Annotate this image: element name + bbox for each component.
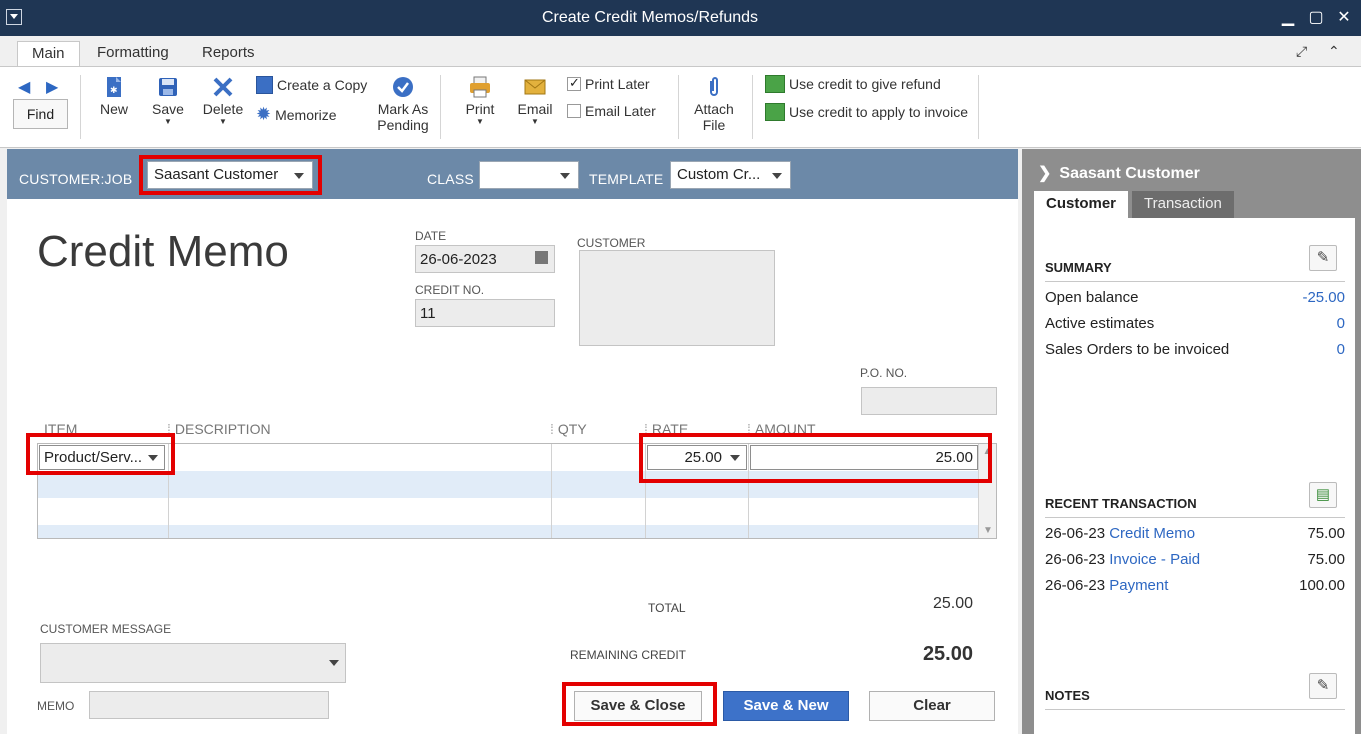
template-label: TEMPLATE: [589, 171, 664, 187]
list-item: 26-06-23 Credit Memo 75.00: [1045, 525, 1345, 542]
total-value: 25.00: [932, 595, 973, 612]
memo-field[interactable]: [89, 691, 329, 719]
pending-check-icon: [393, 77, 413, 97]
chevron-down-icon: [560, 173, 570, 179]
chevron-right-icon[interactable]: ❯: [1038, 165, 1051, 182]
delete-button[interactable]: Delete ▼: [201, 75, 245, 126]
total-label: TOTAL: [648, 601, 686, 615]
tab-formatting[interactable]: Formatting: [83, 41, 183, 67]
use-credit-refund-button[interactable]: Use credit to give refund: [765, 75, 941, 93]
remaining-credit-label: REMAINING CREDIT: [570, 648, 687, 662]
edit-pencil-icon[interactable]: ✎: [1309, 245, 1337, 271]
customer-message-label: CUSTOMER MESSAGE: [40, 622, 172, 636]
report-icon[interactable]: ▤: [1309, 482, 1337, 508]
customer-message-dropdown[interactable]: [40, 643, 346, 683]
side-panel-body: SUMMARY ✎ Open balance -25.00 Active esti…: [1034, 218, 1355, 734]
po-no-label: P.O. NO.: [860, 366, 908, 380]
new-button[interactable]: ✱ New: [96, 75, 132, 117]
apply-invoice-icon: [765, 103, 785, 121]
table-row[interactable]: [38, 525, 978, 538]
template-dropdown[interactable]: Custom Cr...: [670, 161, 791, 189]
checkbox-icon[interactable]: [567, 104, 581, 118]
summary-title: SUMMARY: [1045, 260, 1112, 275]
credit-no-field[interactable]: 11: [415, 299, 555, 327]
find-button[interactable]: Find: [13, 99, 68, 129]
class-label: CLASS: [427, 171, 474, 187]
prev-arrow-icon[interactable]: ◀: [18, 77, 30, 97]
collapse-ribbon-icon[interactable]: ⌃: [1328, 43, 1340, 60]
date-label: DATE: [415, 229, 447, 243]
list-item: 26-06-23 Invoice - Paid 75.00: [1045, 551, 1345, 568]
close-icon[interactable]: ✕: [1334, 8, 1354, 28]
recent-transaction-title: RECENT TRANSACTION: [1045, 496, 1197, 511]
save-button[interactable]: Save ▼: [150, 75, 186, 126]
column-qty: ⁞ QTY: [550, 421, 587, 437]
page-title: Credit Memo: [37, 227, 289, 276]
copy-icon: [256, 76, 273, 94]
mark-as-pending-button[interactable]: Mark As Pending: [372, 75, 434, 133]
class-dropdown[interactable]: [479, 161, 579, 189]
save-icon: [159, 78, 177, 96]
print-icon: [470, 76, 490, 98]
clear-button[interactable]: Clear: [869, 691, 995, 721]
ribbon: ◀ ▶ Find ✱ New Save ▼ Delete ▼ Create a …: [0, 66, 1361, 148]
summary-sales-orders: Sales Orders to be invoiced 0: [1045, 341, 1345, 358]
checkbox-checked-icon[interactable]: [567, 75, 581, 91]
window-title: Create Credit Memos/Refunds: [541, 9, 759, 26]
memo-label: MEMO: [37, 699, 75, 713]
email-icon: [524, 79, 546, 95]
refund-icon: [765, 75, 785, 93]
minimize-icon[interactable]: ▁: [1278, 8, 1298, 28]
email-button[interactable]: Email ▼: [515, 75, 555, 126]
tab-transaction[interactable]: Transaction: [1132, 191, 1234, 219]
tab-main[interactable]: Main: [17, 41, 80, 67]
remaining-credit-value: 25.00: [922, 643, 973, 665]
customer-address-field[interactable]: [579, 250, 775, 346]
svg-text:✱: ✱: [110, 85, 118, 95]
po-no-field[interactable]: [861, 387, 997, 415]
email-later-checkbox[interactable]: Email Later: [567, 103, 656, 119]
customer-address-label: CUSTOMER: [577, 236, 646, 250]
form-pane: CUSTOMER:JOB Saasant Customer CLASS TEMP…: [7, 149, 1018, 734]
column-description: ⁞ DESCRIPTION: [167, 421, 271, 437]
customer-side-panel: ❯ Saasant Customer Customer Transaction S…: [1022, 149, 1361, 734]
ribbon-tabs: Main Formatting Reports ⤢ ⌃: [0, 36, 1361, 67]
memorize-icon: ✹: [256, 104, 272, 124]
credit-no-label: CREDIT NO.: [415, 283, 485, 297]
delete-icon: [213, 77, 233, 97]
scroll-down-icon[interactable]: ▼: [979, 525, 997, 536]
summary-active-estimates: Active estimates 0: [1045, 315, 1345, 332]
customer-job-label: CUSTOMER:JOB: [19, 171, 133, 187]
side-panel-title[interactable]: ❯ Saasant Customer: [1038, 163, 1200, 183]
calendar-icon[interactable]: [535, 251, 548, 264]
date-field[interactable]: 26-06-2023: [415, 245, 555, 273]
list-item: 26-06-23 Payment 100.00: [1045, 577, 1345, 594]
next-arrow-icon[interactable]: ▶: [46, 77, 58, 97]
tab-reports[interactable]: Reports: [188, 41, 269, 67]
print-later-checkbox[interactable]: Print Later: [567, 75, 650, 92]
expand-icon[interactable]: ⤢: [1296, 43, 1307, 60]
tab-customer[interactable]: Customer: [1034, 191, 1129, 219]
use-credit-invoice-button[interactable]: Use credit to apply to invoice: [765, 103, 968, 121]
notes-title: NOTES: [1045, 688, 1090, 703]
edit-notes-pencil-icon[interactable]: ✎: [1309, 673, 1337, 699]
highlight-rate-amount: [639, 433, 992, 483]
save-new-button[interactable]: Save & New: [723, 691, 849, 721]
chevron-down-icon: [772, 173, 782, 179]
highlight-save-close: [562, 682, 717, 726]
title-bar: Create Credit Memos/Refunds ▁ ▢ ✕: [0, 0, 1361, 36]
paperclip-icon: [710, 77, 718, 96]
print-button[interactable]: Print ▼: [462, 75, 498, 126]
chevron-down-icon: [329, 660, 339, 666]
maximize-icon[interactable]: ▢: [1306, 8, 1326, 28]
new-document-icon: ✱: [107, 77, 121, 97]
attach-file-button[interactable]: Attach File: [688, 75, 740, 133]
memorize-button[interactable]: ✹ Memorize: [256, 104, 337, 125]
highlight-customer-job: [139, 155, 322, 195]
create-copy-button[interactable]: Create a Copy: [256, 76, 367, 94]
highlight-item: [26, 433, 175, 475]
table-row[interactable]: [38, 498, 978, 525]
summary-open-balance: Open balance -25.00: [1045, 289, 1345, 306]
